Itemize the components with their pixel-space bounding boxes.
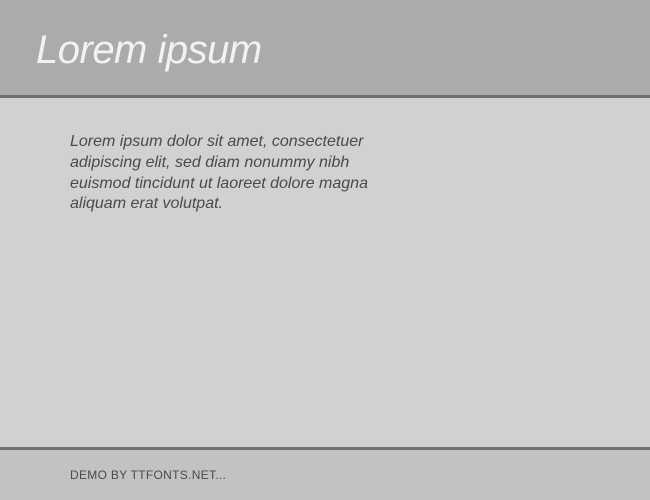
body-paragraph: Lorem ipsum dolor sit amet, consectetuer… <box>70 132 400 215</box>
footer-bar: DEMO BY TTFONTS.NET... <box>0 447 650 500</box>
content-area: Lorem ipsum dolor sit amet, consectetuer… <box>0 98 650 447</box>
footer-text: DEMO BY TTFONTS.NET... <box>70 468 580 482</box>
page-title: Lorem ipsum <box>36 28 614 73</box>
header-bar: Lorem ipsum <box>0 0 650 98</box>
